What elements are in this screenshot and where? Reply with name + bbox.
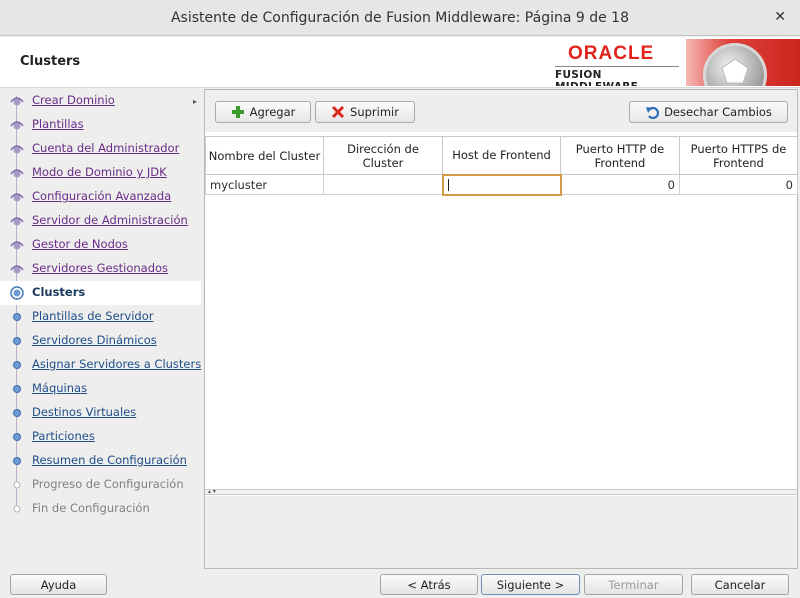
logo-product: FUSION MIDDLEWARE — [555, 69, 638, 86]
sidebar-item-crear-dominio[interactable]: Crear Dominio — [0, 89, 201, 113]
step-pending-icon — [13, 361, 21, 369]
sidebar-item-servidor-administracion[interactable]: Servidor de Administración — [0, 209, 201, 233]
step-done-icon — [10, 121, 24, 130]
window-titlebar: Asistente de Configuración de Fusion Mid… — [0, 0, 800, 36]
step-done-icon — [10, 265, 24, 274]
column-header-frontend-host[interactable]: Host de Frontend — [442, 136, 561, 175]
back-button[interactable]: < Atrás — [380, 574, 478, 595]
step-done-icon — [10, 169, 24, 178]
sidebar-item-plantillas-servidor[interactable]: Plantillas de Servidor — [0, 305, 201, 329]
help-button[interactable]: Ayuda — [10, 574, 107, 595]
table-toolbar: Agregar Suprimir Desechar Cambios — [205, 90, 797, 132]
step-done-icon — [10, 97, 24, 106]
sidebar-item-progreso-configuracion: Progreso de Configuración — [0, 473, 201, 497]
discard-changes-button[interactable]: Desechar Cambios — [629, 101, 788, 123]
next-button[interactable]: Siguiente > — [481, 574, 580, 595]
sidebar-item-particiones[interactable]: Particiones — [0, 425, 201, 449]
undo-icon — [646, 106, 660, 119]
step-done-icon — [10, 145, 24, 154]
column-header-name[interactable]: Nombre del Cluster — [205, 136, 324, 175]
sidebar-item-modo-dominio-jdk[interactable]: Modo de Dominio y JDK — [0, 161, 201, 185]
pentagon-icon — [721, 58, 749, 84]
table-header-row: Nombre del Cluster Dirección de Cluster … — [205, 136, 798, 175]
page-title: Clusters — [20, 54, 81, 69]
step-done-icon — [10, 217, 24, 226]
splitter-handle[interactable]: ▴ ▾ — [205, 489, 797, 495]
cancel-button[interactable]: Cancelar — [691, 574, 789, 595]
step-disabled-icon — [13, 481, 21, 489]
oracle-logo: ORACLE FUSION MIDDLEWARE — [548, 39, 800, 86]
sidebar-item-clusters[interactable]: Clusters — [0, 281, 201, 305]
step-pending-icon — [13, 313, 21, 321]
page-header: Clusters ORACLE FUSION MIDDLEWARE — [0, 37, 800, 88]
sidebar-item-servidores-dinamicos[interactable]: Servidores Dinámicos — [0, 329, 201, 353]
clusters-table: Nombre del Cluster Dirección de Cluster … — [205, 136, 798, 196]
sidebar-item-plantillas[interactable]: Plantillas — [0, 113, 201, 137]
sidebar-item-configuracion-avanzada[interactable]: Configuración Avanzada — [0, 185, 201, 209]
sidebar-item-cuenta-administrador[interactable]: Cuenta del Administrador — [0, 137, 201, 161]
finish-button: Terminar — [584, 574, 683, 595]
text-caret — [447, 179, 449, 191]
window-title: Asistente de Configuración de Fusion Mid… — [170, 9, 629, 26]
sidebar-item-gestor-nodos[interactable]: Gestor de Nodos — [0, 233, 201, 257]
close-icon[interactable]: ✕ — [774, 9, 786, 25]
step-pending-icon — [13, 337, 21, 345]
sidebar-item-asignar-servidores[interactable]: Asignar Servidores a Clusters — [0, 353, 201, 377]
step-pending-icon — [13, 457, 21, 465]
step-pending-icon — [13, 433, 21, 441]
table-row[interactable]: mycluster 0 0 — [205, 173, 798, 196]
cluster-name-cell[interactable]: mycluster — [205, 174, 324, 195]
step-done-icon — [10, 193, 24, 202]
column-header-address[interactable]: Dirección de Cluster — [323, 136, 443, 175]
step-current-icon — [10, 286, 24, 300]
sidebar-item-maquinas[interactable]: Máquinas — [0, 377, 201, 401]
column-header-http-port[interactable]: Puerto HTTP de Frontend — [560, 136, 680, 175]
step-pending-icon — [13, 385, 21, 393]
add-button[interactable]: Agregar — [215, 101, 311, 123]
delete-button[interactable]: Suprimir — [315, 101, 415, 123]
sidebar-item-resumen-configuracion[interactable]: Resumen de Configuración — [0, 449, 201, 473]
logo-brand: ORACLE — [568, 43, 655, 64]
step-disabled-icon — [13, 505, 21, 513]
plus-icon — [231, 106, 244, 118]
sidebar-item-destinos-virtuales[interactable]: Destinos Virtuales — [0, 401, 201, 425]
step-done-icon — [10, 241, 24, 250]
details-pane — [205, 496, 797, 568]
sidebar-item-fin-configuracion: Fin de Configuración — [0, 497, 201, 521]
clusters-panel: Agregar Suprimir Desechar Cambios Nombre… — [204, 89, 798, 569]
column-header-https-port[interactable]: Puerto HTTPS de Frontend — [679, 136, 798, 175]
delete-x-icon — [331, 105, 345, 119]
frontend-host-input[interactable] — [441, 173, 562, 196]
step-pending-icon — [13, 409, 21, 417]
https-port-cell[interactable]: 0 — [679, 174, 798, 195]
http-port-cell[interactable]: 0 — [560, 174, 680, 195]
cluster-address-cell[interactable] — [323, 174, 443, 195]
sidebar-item-servidores-gestionados[interactable]: Servidores Gestionados — [0, 257, 201, 281]
